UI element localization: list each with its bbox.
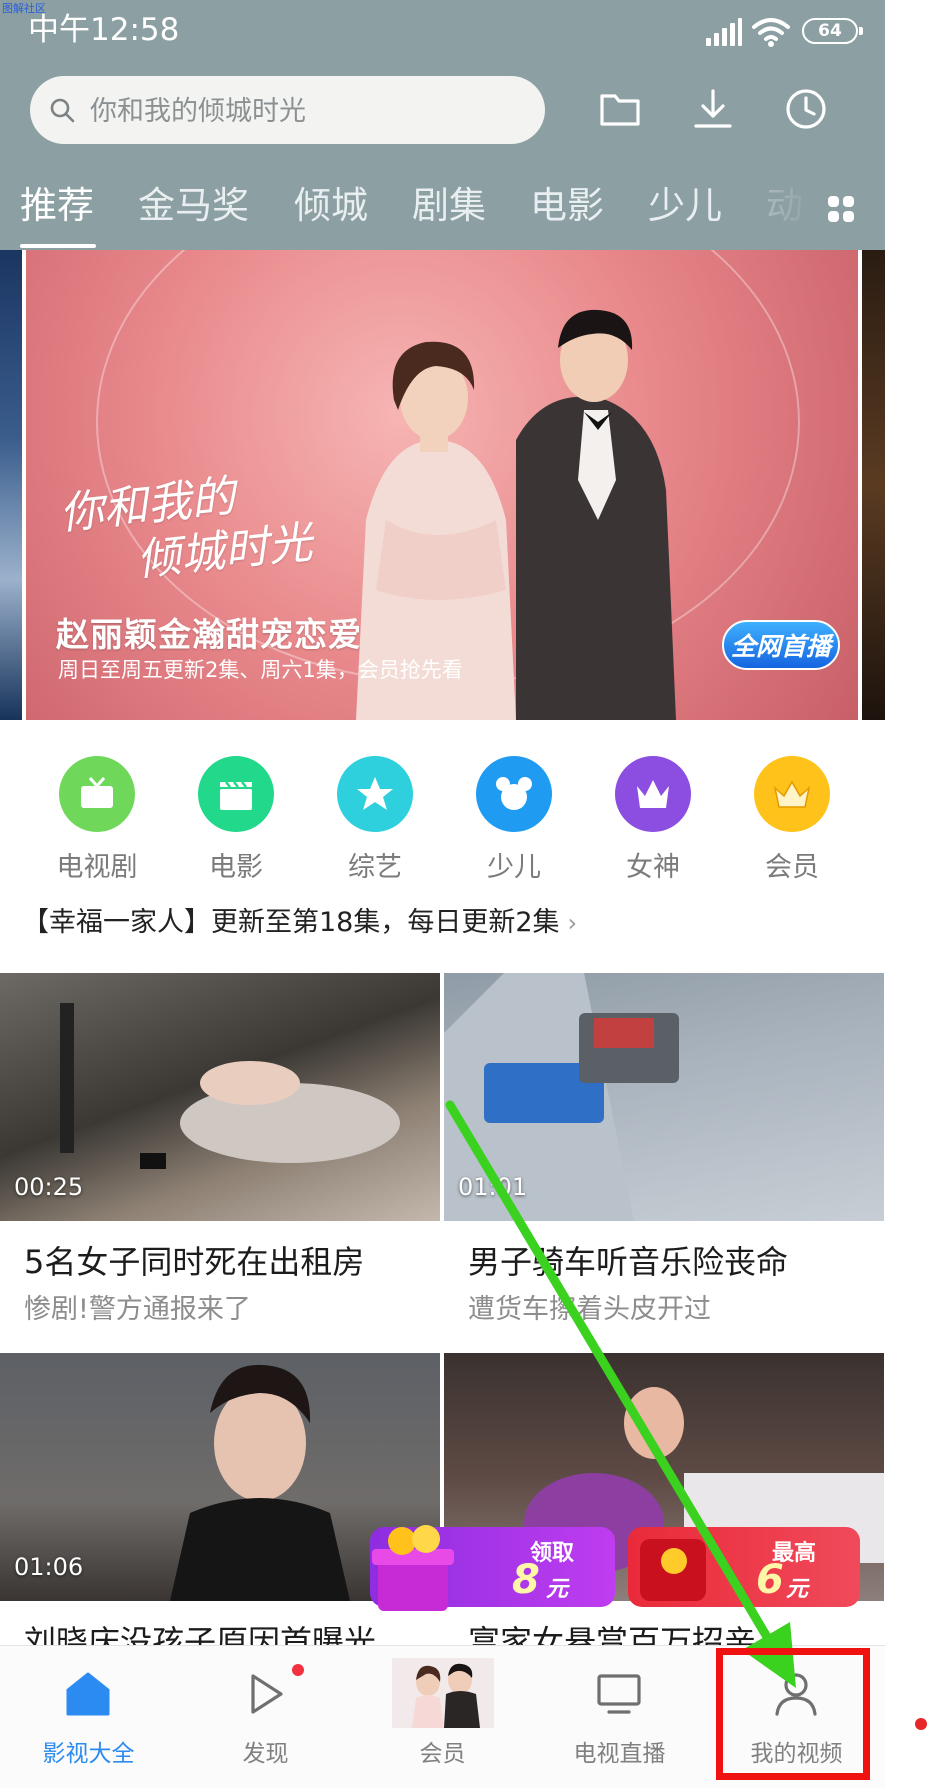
banner-title: 赵丽颖金瀚甜宠恋爱 — [56, 615, 362, 654]
tab-kids[interactable]: 少儿 — [648, 178, 722, 234]
vip-crown-icon — [773, 780, 811, 808]
all-channels-grid-icon[interactable] — [826, 194, 856, 224]
app-screen: 图解社区 中午12:58 64 你和我的倾城时光 推荐 金马奖 倾城 剧集 电影… — [0, 0, 885, 1788]
nav-my-videos-label: 我的视频 — [750, 1741, 843, 1767]
category-vip-circle — [754, 756, 830, 832]
chevron-right-icon: › — [567, 909, 578, 937]
category-movie-circle — [198, 756, 274, 832]
history-icon[interactable] — [783, 86, 829, 132]
nav-vip[interactable]: 会员 — [354, 1646, 531, 1788]
category-goddess-circle — [615, 756, 691, 832]
top-header: 图解社区 中午12:58 64 你和我的倾城时光 推荐 金马奖 倾城 剧集 电影… — [0, 0, 885, 250]
category-movie-label: 电影 — [209, 852, 263, 883]
vip-poster-thumbnail — [392, 1658, 494, 1728]
mouse-icon — [496, 777, 532, 810]
notification-dot — [292, 1664, 304, 1676]
category-kids-circle — [476, 756, 552, 832]
category-tv[interactable]: 电视剧 — [42, 752, 152, 883]
category-goddess-label: 女神 — [626, 852, 680, 883]
right-margin — [885, 0, 934, 1788]
promo-max-amount: 6 — [756, 1557, 784, 1603]
tv-icon — [81, 777, 113, 808]
wifi-icon — [752, 18, 790, 47]
category-variety-label: 综艺 — [348, 852, 402, 883]
video-card[interactable]: 01:01 男子骑车听音乐险丧命 遭货车擦着头皮开过 — [444, 973, 884, 1353]
monitor-icon — [597, 1674, 641, 1714]
folder-icon[interactable] — [597, 86, 643, 132]
tab-recommend[interactable]: 推荐 — [20, 178, 94, 234]
nav-home[interactable]: 影视大全 — [0, 1646, 177, 1788]
video-thumbnail: 00:25 — [0, 973, 440, 1221]
banner-badge: 全网首播 — [722, 620, 840, 670]
video-subtitle: 惨剧!警方通报来了 — [24, 1294, 251, 1325]
download-icon[interactable] — [690, 86, 736, 132]
video-title: 男子骑车听音乐险丧命 — [468, 1243, 789, 1281]
banner-carousel[interactable]: 你和我的 倾城时光 赵丽颖金瀚甜宠恋爱 周日至周五更新2集、周六1集，会员抢先看… — [0, 250, 885, 720]
video-duration: 00:25 — [14, 1173, 84, 1201]
category-tv-circle — [59, 756, 135, 832]
crown-icon — [637, 780, 669, 808]
home-icon — [66, 1672, 110, 1716]
clapper-icon — [220, 781, 252, 810]
tab-golden-horse[interactable]: 金马奖 — [138, 178, 249, 234]
video-title: 刘晓庆没孩子原因首曝光 — [24, 1623, 377, 1645]
promo-red-packet-6[interactable]: 最高 6 元 — [628, 1527, 860, 1607]
nav-tv-live-label: 电视直播 — [573, 1741, 666, 1767]
tabs-fade — [745, 178, 815, 238]
update-notice[interactable]: 【幸福一家人】更新至第18集，每日更新2集 › — [22, 900, 577, 939]
category-kids-label: 少儿 — [487, 852, 541, 883]
star-icon — [357, 777, 393, 810]
status-bar: 中午12:58 64 — [0, 8, 885, 52]
category-kids[interactable]: 少儿 — [459, 752, 569, 883]
banner-prev-peek — [0, 250, 22, 720]
video-card[interactable]: 00:25 5名女子同时死在出租房 惨剧!警方通报来了 — [0, 973, 440, 1353]
battery-indicator: 64 — [802, 18, 863, 44]
tab-series[interactable]: 剧集 — [412, 178, 486, 234]
play-icon — [251, 1674, 283, 1714]
annotation-dot — [915, 1718, 927, 1730]
video-duration: 01:06 — [14, 1553, 84, 1581]
video-thumbnail: 01:01 — [444, 973, 884, 1221]
category-movie[interactable]: 电影 — [181, 752, 291, 883]
search-input[interactable] — [88, 76, 532, 146]
banner-subtitle: 周日至周五更新2集、周六1集，会员抢先看 — [58, 658, 463, 682]
user-icon — [775, 1673, 817, 1716]
active-tab-indicator — [20, 244, 96, 248]
video-title: 富家女悬赏百万招亲 — [468, 1623, 757, 1645]
nav-discover-label: 发现 — [242, 1741, 289, 1767]
promo-claim-amount: 8 — [512, 1557, 540, 1603]
video-duration: 01:01 — [458, 1173, 528, 1201]
banner-slide[interactable]: 你和我的 倾城时光 赵丽颖金瀚甜宠恋爱 周日至周五更新2集、周六1集，会员抢先看… — [26, 250, 858, 720]
bottom-navigation: 影视大全 发现 会员 电视直播 我的视频 — [0, 1645, 885, 1788]
red-packet-icon — [640, 1539, 706, 1601]
promo-claim-8[interactable]: 领取 8 元 — [370, 1525, 615, 1611]
category-vip-label: 会员 — [765, 852, 819, 883]
category-vip[interactable]: 会员 — [737, 752, 847, 883]
status-time: 中午12:58 — [28, 12, 180, 48]
nav-tv-live[interactable]: 电视直播 — [531, 1646, 708, 1788]
search-icon — [50, 98, 75, 123]
tab-movies[interactable]: 电影 — [530, 178, 604, 234]
nav-discover[interactable]: 发现 — [177, 1646, 354, 1788]
promo-claim-unit: 元 — [546, 1577, 569, 1602]
category-variety-circle — [337, 756, 413, 832]
gift-box-icon — [372, 1525, 454, 1611]
channel-tabs: 推荐 金马奖 倾城 剧集 电影 少儿 动 — [0, 178, 885, 250]
category-shortcuts: 电视剧 电影 综艺 少儿 女神 会员 — [0, 752, 885, 883]
banner-next-peek — [862, 250, 885, 720]
promo-max-unit: 元 — [786, 1577, 809, 1602]
video-subtitle: 遭货车擦着头皮开过 — [468, 1294, 711, 1325]
nav-my-videos[interactable]: 我的视频 — [708, 1646, 885, 1788]
category-tv-label: 电视剧 — [56, 852, 138, 883]
signal-icon — [706, 18, 742, 46]
tab-qingcheng[interactable]: 倾城 — [294, 178, 368, 234]
category-variety[interactable]: 综艺 — [320, 752, 430, 883]
category-goddess[interactable]: 女神 — [598, 752, 708, 883]
update-notice-text: 【幸福一家人】更新至第18集，每日更新2集 — [22, 907, 560, 938]
search-bar[interactable] — [30, 76, 545, 146]
video-title: 5名女子同时死在出租房 — [24, 1243, 365, 1281]
nav-vip-label: 会员 — [419, 1741, 466, 1767]
nav-home-label: 影视大全 — [42, 1741, 135, 1767]
